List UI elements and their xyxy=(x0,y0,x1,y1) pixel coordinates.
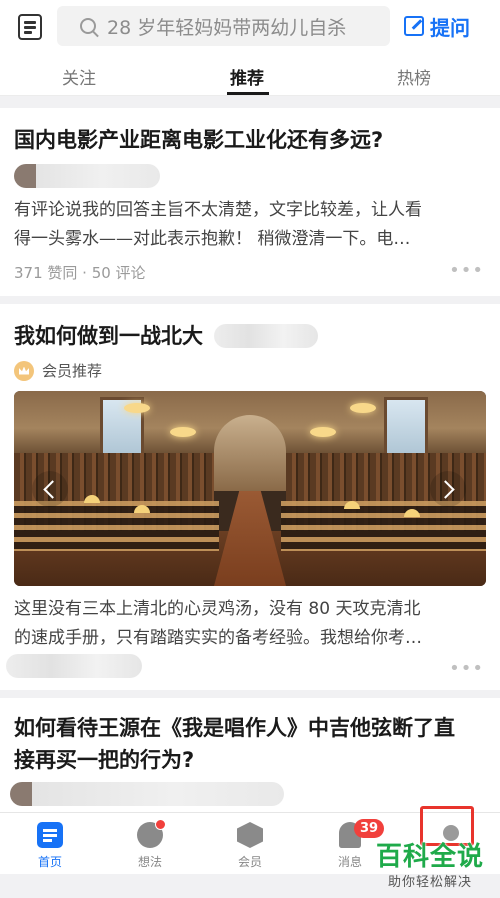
author-info-blurred xyxy=(14,164,160,188)
answer-excerpt-line[interactable]: 的速成手册，只有踏踏实实的备考经验。我想给你考… xyxy=(14,624,422,653)
nav-home-label: 首页 xyxy=(37,855,62,869)
more-options-icon[interactable]: ••• xyxy=(449,658,484,679)
watermark-subtitle: 助你轻松解决 xyxy=(387,875,472,890)
edit-icon xyxy=(404,16,424,36)
title-blurred xyxy=(214,324,318,348)
home-icon xyxy=(37,822,63,848)
question-title[interactable]: 我如何做到一战北大 xyxy=(14,320,203,352)
question-title[interactable]: 国内电影产业距离电影工业化还有多远? xyxy=(14,124,383,156)
search-input[interactable]: 28 岁年轻妈妈带两幼儿自杀 xyxy=(57,6,390,46)
crown-icon xyxy=(14,360,34,381)
search-placeholder: 28 岁年轻妈妈带两幼儿自杀 xyxy=(107,16,347,39)
library-photo[interactable] xyxy=(14,391,486,586)
member-icon xyxy=(237,822,263,848)
next-image-icon[interactable] xyxy=(430,471,466,507)
feed-tabs: 关注 推荐 热榜 xyxy=(0,52,500,96)
question-title[interactable]: 接再买一把的行为? xyxy=(14,744,194,776)
nav-member[interactable]: 会员 xyxy=(200,813,300,875)
active-tab-indicator xyxy=(227,92,269,95)
author-info-blurred xyxy=(6,654,142,678)
nav-member-label: 会员 xyxy=(237,855,262,869)
nav-ideas[interactable]: 想法 xyxy=(100,813,200,875)
member-recommend-tag: 会员推荐 xyxy=(14,360,102,381)
answer-excerpt-line[interactable]: 有评论说我的回答主旨不太清楚，文字比较差，让人看 xyxy=(14,196,422,225)
feed-card[interactable]: 国内电影产业距离电影工业化还有多远? 有评论说我的回答主旨不太清楚，文字比较差，… xyxy=(0,108,500,296)
previous-image-icon[interactable] xyxy=(32,471,68,507)
watermark-title: 百科全说 xyxy=(375,842,484,872)
answer-excerpt-line[interactable]: 得一头雾水——对此表示抱歉！ 稍微澄清一下。电… xyxy=(14,225,410,254)
question-title[interactable]: 如何看待王源在《我是唱作人》中吉他弦断了直 xyxy=(14,712,455,744)
author-info-blurred xyxy=(10,782,284,806)
tab-trending[interactable]: 热榜 xyxy=(397,64,431,89)
answer-excerpt-line[interactable]: 这里没有三本上清北的心灵鸡汤，没有 80 天攻克清北 xyxy=(14,595,420,624)
tab-recommended[interactable]: 推荐 xyxy=(230,64,264,89)
nav-home[interactable]: 首页 xyxy=(0,813,100,875)
top-bar: 28 岁年轻妈妈带两幼儿自杀 提问 xyxy=(0,0,500,52)
tab-following[interactable]: 关注 xyxy=(62,64,96,89)
ask-label: 提问 xyxy=(430,15,470,40)
search-icon xyxy=(80,18,96,34)
feed-card[interactable]: 我如何做到一战北大 会员推荐 这里没有三本上清北的心灵鸡汤，没有 80 天攻克清… xyxy=(0,304,500,690)
answer-stats: 371 赞同 · 50 评论 xyxy=(14,264,146,282)
ask-question-button[interactable]: 提问 xyxy=(404,11,470,41)
drafts-icon[interactable] xyxy=(18,14,42,40)
member-tag-label: 会员推荐 xyxy=(42,362,103,380)
nav-ideas-label: 想法 xyxy=(137,855,162,869)
more-options-icon[interactable]: ••• xyxy=(449,260,484,281)
watermark: 百科全说 助你轻松解决 xyxy=(370,836,490,890)
feed-card[interactable]: 如何看待王源在《我是唱作人》中吉他弦断了直 接再买一把的行为? xyxy=(0,698,500,812)
ideas-icon xyxy=(137,819,166,848)
